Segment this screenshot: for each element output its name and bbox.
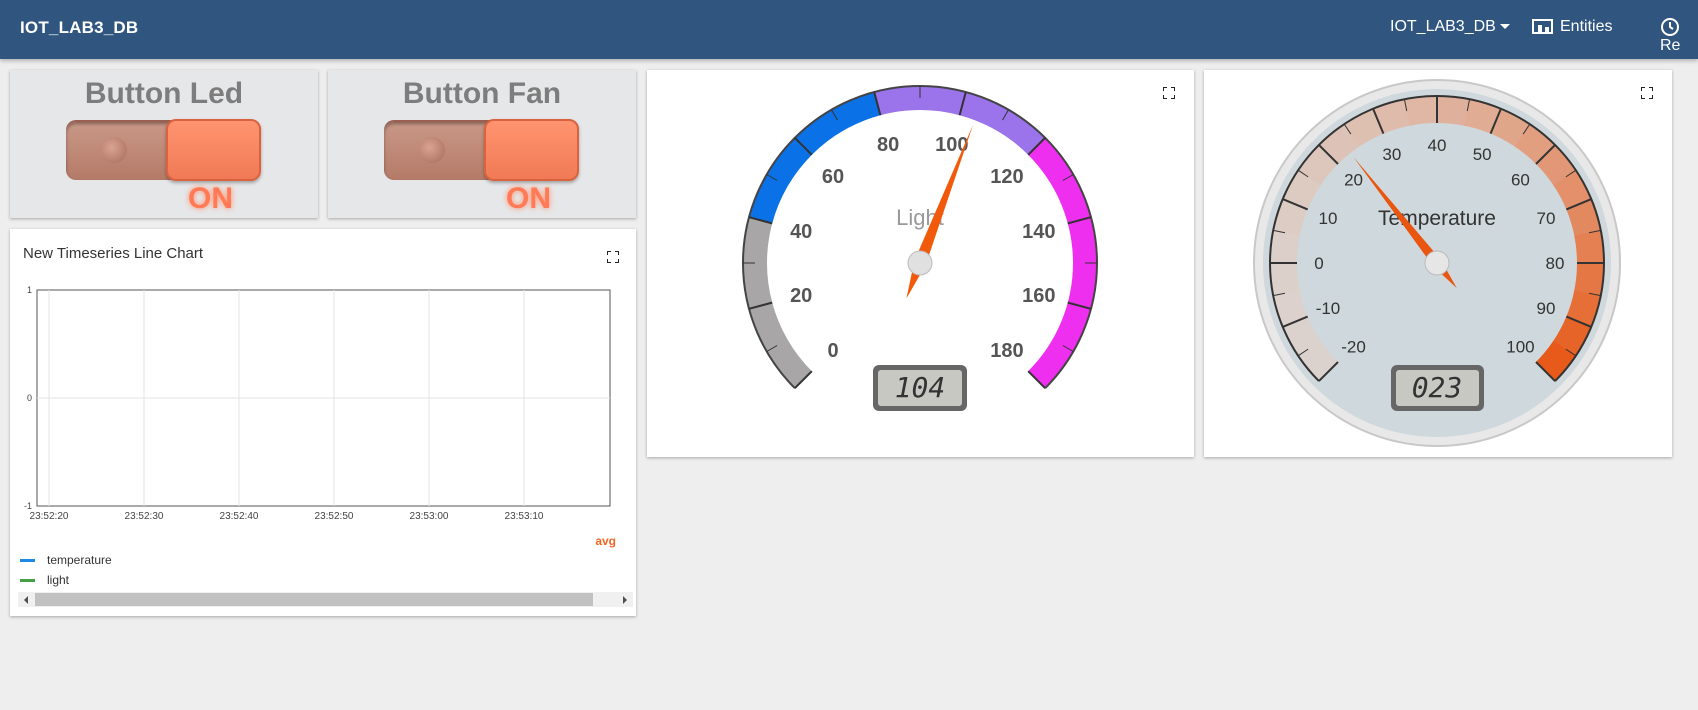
button-fan-switch[interactable]	[384, 114, 580, 182]
legend-label: temperature	[47, 553, 112, 567]
light-gauge-widget: 0 20 40 60 80 100 120 140 160 180 Light 104	[647, 70, 1194, 457]
legend-item-temperature[interactable]: temperature	[20, 553, 112, 567]
y-tick-label: 0	[27, 393, 32, 403]
button-led-state: ON	[188, 182, 233, 215]
gauge-tick-label: 40	[1428, 136, 1447, 155]
gauge-tick-label: -10	[1316, 299, 1341, 318]
gauge-color-band	[1270, 262, 1300, 296]
gauge-tick-label: 10	[1319, 209, 1338, 228]
gauge-tick-label: -20	[1341, 337, 1366, 356]
gauge-tick-label: 100	[1506, 337, 1534, 356]
gauge-tick-label: 120	[990, 166, 1023, 188]
legend-swatch	[20, 559, 35, 563]
gauge-needle-hub	[907, 250, 933, 276]
gauge-tick-label: 140	[1022, 221, 1055, 243]
gauge-tick-label: 90	[1537, 299, 1556, 318]
switch-dot	[101, 137, 127, 163]
gauge-tick-label: 20	[790, 285, 812, 307]
x-tick-label: 23:53:10	[505, 511, 544, 522]
x-tick-label: 23:52:40	[220, 511, 259, 522]
gauge-tick-label: 60	[822, 166, 844, 188]
button-led-widget: Button Led ON	[10, 70, 318, 218]
chevron-down-icon	[1499, 24, 1510, 30]
temperature-gauge-widget: -20 -10 0 10 20 30 40 50 60 70 80 90 100 Temperature 0…	[1204, 70, 1672, 457]
gauge-needle-hub	[1424, 250, 1450, 276]
gauge-tick-label: 160	[1022, 285, 1055, 307]
gauge-tick-label: 0	[827, 340, 838, 362]
scroll-left-arrow[interactable]	[24, 596, 28, 604]
gauge-tick-label: 80	[877, 134, 899, 156]
button-led-title: Button Led	[84, 77, 244, 110]
scrollbar-thumb[interactable]	[35, 593, 593, 606]
gauge-tick-label: 30	[1382, 145, 1401, 164]
gauge-tick-label: 40	[790, 221, 812, 243]
gauge-tick-label: 20	[1344, 171, 1363, 190]
y-tick-label: 1	[27, 285, 32, 295]
gauge-color-band	[1574, 230, 1604, 264]
scroll-right-arrow[interactable]	[623, 596, 627, 604]
dashboard-state-select[interactable]: IOT_LAB3_DB	[1390, 18, 1510, 36]
x-tick-label: 23:53:00	[410, 511, 449, 522]
horizontal-scrollbar[interactable]	[18, 592, 633, 607]
switch-dot	[419, 137, 445, 163]
top-toolbar: IOT_LAB3_DB IOT_LAB3_DB Entities Re	[0, 0, 1698, 59]
dashboard-state-label: IOT_LAB3_DB	[1390, 18, 1496, 35]
button-fan-state: ON	[506, 182, 551, 215]
line-chart-widget: New Timeseries Line Chart 23:52:20 23:52:…	[10, 229, 636, 616]
gauge-tick-label: 80	[1546, 254, 1565, 273]
gauge-tick-label: 50	[1473, 145, 1492, 164]
dashboard-title: IOT_LAB3_DB	[20, 18, 139, 37]
x-tick-label: 23:52:20	[30, 511, 69, 522]
button-fan-widget: Button Fan ON	[328, 70, 636, 218]
entities-button[interactable]: Entities	[1532, 18, 1612, 36]
x-tick-label: 23:52:30	[125, 511, 164, 522]
legend-item-light[interactable]: light	[20, 573, 69, 587]
entities-icon	[1532, 19, 1553, 34]
switch-knob[interactable]	[484, 119, 579, 181]
entities-label: Entities	[1560, 18, 1613, 36]
clock-icon	[1661, 18, 1679, 36]
lcd-value: 023	[1412, 371, 1463, 404]
realtime-label: Re	[1660, 37, 1681, 54]
temperature-gauge: -20-100102030 40 5060708090100Temperature0…	[1253, 79, 1621, 447]
lcd-value: 104	[895, 371, 946, 404]
legend-swatch	[20, 579, 35, 583]
realtime-button[interactable]: Re	[1660, 17, 1698, 55]
gauge-tick-label: 70	[1537, 209, 1556, 228]
button-led-switch[interactable]	[66, 114, 262, 182]
line-chart-plot[interactable]: 23:52:20 23:52:30 23:52:40 23:52:50 23:53:00…	[10, 229, 636, 529]
x-tick-label: 23:52:50	[315, 511, 354, 522]
gauge-color-band	[1404, 96, 1438, 126]
light-gauge: 020406080 100120140160180Light104	[742, 85, 1098, 411]
legend-label: light	[47, 573, 70, 587]
avg-toggle[interactable]: avg	[595, 534, 616, 548]
button-fan-title: Button Fan	[402, 77, 562, 110]
gauge-tick-label: 0	[1314, 254, 1323, 273]
y-tick-label: -1	[24, 501, 32, 511]
gauge-tick-label: 180	[990, 340, 1023, 362]
switch-knob[interactable]	[166, 119, 261, 181]
gauge-color-band	[749, 92, 881, 224]
gauge-tick-label: 60	[1511, 171, 1530, 190]
